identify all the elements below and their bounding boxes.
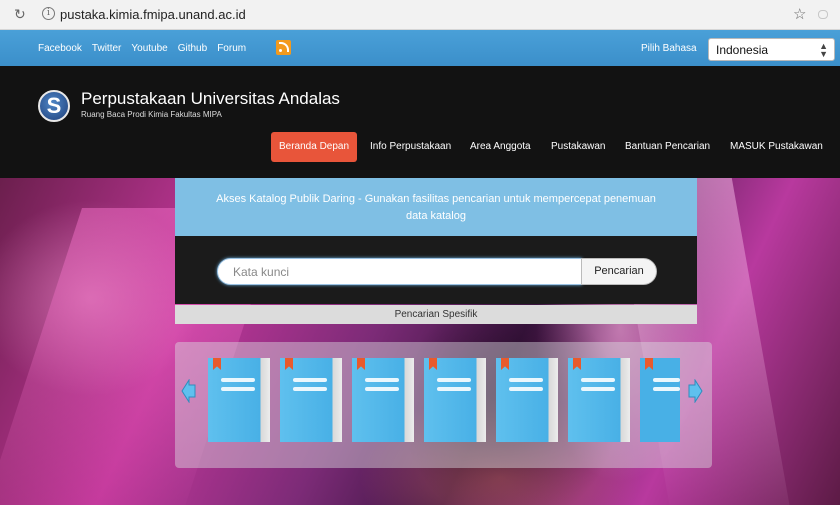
github-link[interactable]: Github bbox=[178, 43, 207, 54]
nav-bantuan-pencarian[interactable]: Bantuan Pencarian bbox=[625, 132, 710, 162]
nav-pustakawan[interactable]: Pustakawan bbox=[551, 132, 605, 162]
language-select[interactable]: Indonesia ▲ ▼ bbox=[708, 38, 835, 61]
language-label: Pilih Bahasa bbox=[641, 43, 697, 54]
nav-masuk-pustakawan[interactable]: MASUK Pustakawan bbox=[730, 132, 823, 162]
book-cover-line bbox=[509, 378, 543, 382]
book-cover-line bbox=[293, 387, 327, 391]
site-subtitle: Ruang Baca Prodi Kimia Fakultas MIPA bbox=[81, 110, 222, 119]
extension-icon[interactable] bbox=[818, 10, 828, 19]
bookmark-star-icon[interactable]: ☆ bbox=[793, 5, 806, 23]
facebook-link[interactable]: Facebook bbox=[38, 43, 82, 54]
search-button[interactable]: Pencarian bbox=[581, 258, 657, 285]
nav-beranda-depan[interactable]: Beranda Depan bbox=[271, 132, 358, 162]
address-bar[interactable]: pustaka.kimia.fmipa.unand.ac.id bbox=[60, 7, 246, 22]
book-cover-line bbox=[653, 378, 680, 382]
book-item[interactable] bbox=[280, 358, 342, 442]
search-input[interactable]: Kata kunci bbox=[217, 258, 582, 285]
bookmark-ribbon-icon bbox=[285, 358, 293, 370]
rss-icon[interactable] bbox=[276, 40, 291, 55]
bookmark-ribbon-icon bbox=[501, 358, 509, 370]
book-cover-line bbox=[293, 378, 327, 382]
main-nav: Beranda Depan Info Perpustakaan Area Ang… bbox=[0, 132, 840, 162]
info-icon[interactable]: i bbox=[42, 7, 55, 20]
bookmark-ribbon-icon bbox=[213, 358, 221, 370]
bookmark-ribbon-icon bbox=[357, 358, 365, 370]
nav-info-perpustakaan[interactable]: Info Perpustakaan bbox=[370, 132, 451, 162]
book-cover-line bbox=[437, 378, 471, 382]
select-arrows-icon: ▲ ▼ bbox=[819, 41, 828, 59]
twitter-link[interactable]: Twitter bbox=[92, 43, 121, 54]
carousel-prev-arrow-icon[interactable] bbox=[181, 378, 197, 404]
book-cover-line bbox=[509, 387, 543, 391]
reload-icon[interactable]: ↻ bbox=[14, 6, 26, 23]
bookmark-ribbon-icon bbox=[645, 358, 653, 370]
book-item[interactable] bbox=[424, 358, 486, 442]
book-item[interactable] bbox=[208, 358, 270, 442]
book-cover-line bbox=[653, 387, 680, 391]
carousel-next-arrow-icon[interactable] bbox=[687, 378, 703, 404]
book-item[interactable] bbox=[496, 358, 558, 442]
site-title[interactable]: Perpustakaan Universitas Andalas bbox=[81, 89, 340, 109]
book-item[interactable] bbox=[568, 358, 630, 442]
specific-search-toggle[interactable]: Pencarian Spesifik bbox=[175, 305, 697, 324]
book-cover-line bbox=[581, 387, 615, 391]
browser-toolbar: ↻ i pustaka.kimia.fmipa.unand.ac.id ☆ bbox=[0, 0, 840, 30]
site-header: Perpustakaan Universitas Andalas Ruang B… bbox=[0, 66, 840, 178]
catalog-info-banner: Akses Katalog Publik Daring - Gunakan fa… bbox=[175, 178, 697, 236]
book-cover-line bbox=[221, 378, 255, 382]
nav-area-anggota[interactable]: Area Anggota bbox=[470, 132, 531, 162]
forum-link[interactable]: Forum bbox=[217, 43, 246, 54]
book-cover-line bbox=[437, 387, 471, 391]
book-cover-line bbox=[581, 378, 615, 382]
bookmark-ribbon-icon bbox=[429, 358, 437, 370]
social-links: Facebook Twitter Youtube Github Forum bbox=[38, 43, 246, 54]
book-cover-line bbox=[221, 387, 255, 391]
language-selected-value: Indonesia bbox=[716, 43, 769, 57]
book-cover-line bbox=[365, 378, 399, 382]
university-logo[interactable] bbox=[38, 90, 70, 122]
bookmark-ribbon-icon bbox=[573, 358, 581, 370]
book-item[interactable] bbox=[640, 358, 680, 442]
book-item[interactable] bbox=[352, 358, 414, 442]
book-cover-line bbox=[365, 387, 399, 391]
youtube-link[interactable]: Youtube bbox=[131, 43, 167, 54]
